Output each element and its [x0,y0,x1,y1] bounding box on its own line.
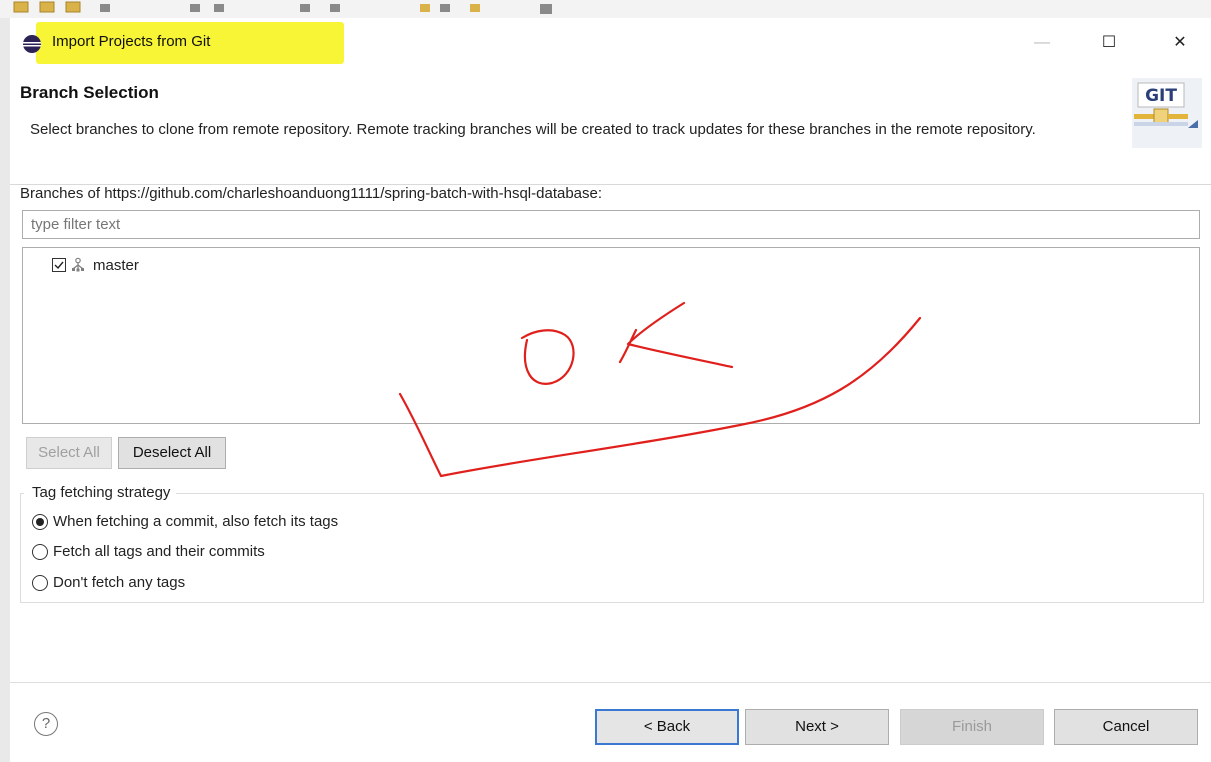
radio-no-tags[interactable]: Don't fetch any tags [32,574,185,591]
branches-label: Branches of https://github.com/charlesho… [20,185,603,202]
radio-label: Don't fetch any tags [53,574,186,591]
radio-label: Fetch all tags and their commits [53,543,265,560]
back-button[interactable]: < Back [595,709,739,745]
master-checkbox[interactable] [52,258,66,272]
help-icon[interactable]: ? [34,712,58,736]
radio-button[interactable] [32,513,48,530]
window-title: Import Projects from Git [52,33,211,50]
finish-button[interactable]: Finish [900,709,1044,745]
maximize-button[interactable]: ☐ [1089,26,1129,60]
deselect-all-button[interactable]: Deselect All [118,437,226,469]
radio-button[interactable] [32,543,48,560]
wizard-header: Branch Selection Select branches to clon… [10,68,1211,184]
title-bar: Import Projects from Git — ☐ ✕ [10,18,1211,68]
tree-item-master[interactable]: master [52,254,139,276]
git-logo-icon: GIT [1132,78,1202,148]
radio-label: When fetching a commit, also fetch its t… [53,513,339,530]
minimize-button[interactable]: — [1022,26,1062,60]
radio-fetch-commit-tags[interactable]: When fetching a commit, also fetch its t… [32,513,338,530]
background-toolbar [0,0,1211,18]
page-heading: Branch Selection [20,83,159,102]
tree-item-label: master [93,256,139,274]
branch-icon [72,257,84,272]
footer-separator [10,682,1211,683]
radio-fetch-all-tags[interactable]: Fetch all tags and their commits [32,543,265,560]
git-logo-text: GIT [1145,86,1177,106]
import-projects-dialog: Import Projects from Git — ☐ ✕ Branch Se… [10,18,1211,762]
branch-filter-input[interactable] [22,210,1200,239]
branch-tree[interactable]: master [22,247,1200,424]
next-button[interactable]: Next > [745,709,889,745]
page-description: Select branches to clone from remote rep… [30,121,1036,138]
tag-fetching-legend: Tag fetching strategy [24,484,177,501]
close-button[interactable]: ✕ [1160,26,1200,60]
radio-button[interactable] [32,574,48,591]
select-all-button[interactable]: Select All [26,437,112,469]
cancel-button[interactable]: Cancel [1054,709,1198,745]
eclipse-icon [23,35,41,53]
